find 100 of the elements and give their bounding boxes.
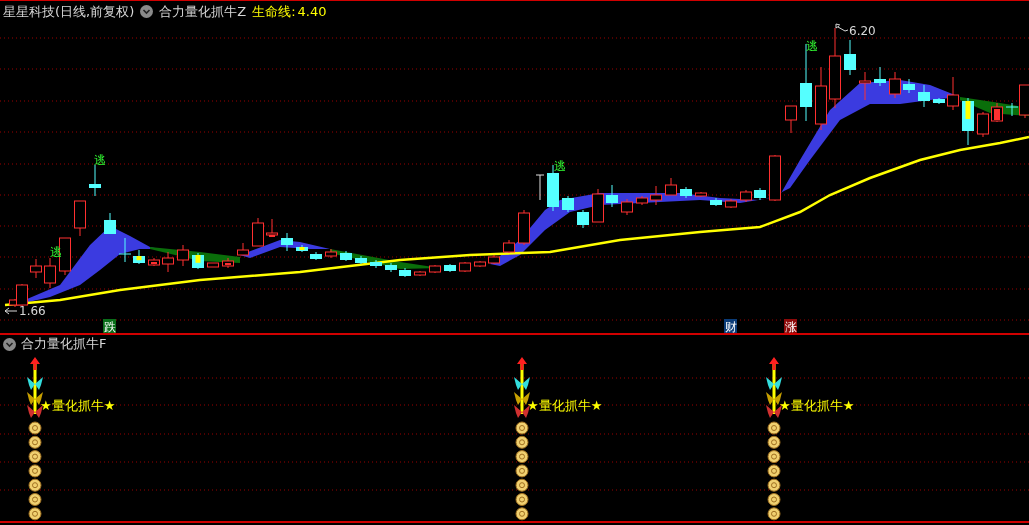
butterfly-icon <box>27 392 43 405</box>
candlestick <box>252 217 264 247</box>
candlestick <box>769 154 781 202</box>
money-bag-icon <box>515 421 529 435</box>
candlestick <box>680 186 692 199</box>
candlestick <box>859 71 871 101</box>
candlestick <box>889 71 901 99</box>
candlestick <box>192 252 204 270</box>
signal-badge: 涨 <box>784 319 797 333</box>
candlestick <box>207 262 219 268</box>
up-arrow-icon <box>30 357 40 370</box>
signal-label: ★量化抓牛★ <box>40 398 116 413</box>
butterfly-icon <box>514 392 530 405</box>
candlestick <box>104 212 116 235</box>
candlestick <box>310 251 322 261</box>
candlestick <box>162 251 174 273</box>
price-label: 6.20 <box>849 24 876 38</box>
up-arrow-icon <box>769 357 779 370</box>
candlestick <box>399 267 411 278</box>
candlestick <box>385 262 397 273</box>
candlestick <box>74 200 86 237</box>
candlestick <box>325 248 337 259</box>
candlestick <box>148 257 160 267</box>
chevron-down-icon[interactable] <box>3 337 16 351</box>
candlestick <box>488 254 500 265</box>
money-bag-icon <box>767 450 781 464</box>
candlestick <box>695 191 707 198</box>
escape-marker: 逃 <box>554 159 566 173</box>
indicator-name: 合力量化抓牛F <box>21 335 107 354</box>
candlestick <box>355 255 367 265</box>
money-bag-icon <box>767 464 781 478</box>
flag-arrow-icon <box>835 23 849 32</box>
butterfly-icon <box>27 377 43 390</box>
candlestick <box>933 97 945 105</box>
money-bag-icon <box>515 435 529 449</box>
candlestick <box>621 198 633 216</box>
candlestick <box>59 237 71 276</box>
signal-badge: 跌 <box>103 319 116 333</box>
arrow-icon <box>4 307 18 315</box>
up-arrow-icon <box>517 357 527 370</box>
money-bag-icon <box>515 507 529 521</box>
money-bag-icon <box>767 421 781 435</box>
candlestick <box>89 164 101 197</box>
candlestick <box>429 264 441 274</box>
security-title: 星星科技(日线,前复权) <box>3 2 135 21</box>
butterfly-icon <box>766 405 782 418</box>
signal-badge: 财 <box>724 319 737 333</box>
money-bag-icon <box>767 478 781 492</box>
candlestick <box>815 66 827 131</box>
candlestick <box>592 188 604 223</box>
signal-label: ★量化抓牛★ <box>527 398 603 413</box>
money-bag-icon <box>767 435 781 449</box>
money-bag-icon <box>28 435 42 449</box>
signal-label: ★量化抓牛★ <box>779 398 855 413</box>
candlestick <box>977 111 989 138</box>
butterfly-icon <box>766 377 782 390</box>
chevron-down-icon[interactable] <box>140 5 154 18</box>
indicator-name: 合力量化抓牛Z <box>159 2 247 21</box>
candlestick <box>281 232 293 252</box>
money-bag-icon <box>28 450 42 464</box>
candlestick <box>754 187 766 201</box>
candlestick <box>725 198 737 209</box>
money-bag-icon <box>515 464 529 478</box>
candlestick <box>562 195 574 213</box>
candlestick <box>740 189 752 203</box>
candlestick <box>370 259 382 269</box>
candlestick <box>444 263 456 273</box>
candlestick <box>296 244 308 253</box>
candlestick <box>844 39 856 76</box>
candlestick <box>237 242 249 256</box>
money-bag-icon <box>515 493 529 506</box>
candlestick <box>222 257 234 269</box>
candlestick <box>266 218 278 237</box>
money-bag-icon <box>28 493 42 506</box>
candlestick <box>177 244 189 267</box>
money-bag-icon <box>767 493 781 506</box>
candlestick <box>44 257 56 289</box>
money-bag-icon <box>28 421 42 435</box>
candlestick <box>665 177 677 196</box>
candlestick <box>785 105 797 134</box>
candlestick <box>459 261 471 273</box>
butterfly-icon <box>514 377 530 390</box>
candlestick <box>991 102 1003 123</box>
butterfly-icon <box>766 392 782 405</box>
candlestick <box>518 209 530 246</box>
candlestick <box>918 84 930 108</box>
money-bag-icon <box>28 464 42 478</box>
escape-marker: 逃 <box>806 39 818 53</box>
candlestick <box>340 250 352 262</box>
butterfly-icon <box>27 405 43 418</box>
money-bag-icon <box>515 478 529 492</box>
candlestick <box>577 209 589 229</box>
candlestick <box>874 66 886 87</box>
candlestick <box>535 174 545 201</box>
candlestick <box>903 78 915 94</box>
butterfly-icon <box>514 405 530 418</box>
line-value: 4.40 <box>297 2 327 21</box>
candlestick <box>474 260 486 268</box>
money-bag-icon <box>515 450 529 464</box>
candlestick <box>962 97 974 146</box>
